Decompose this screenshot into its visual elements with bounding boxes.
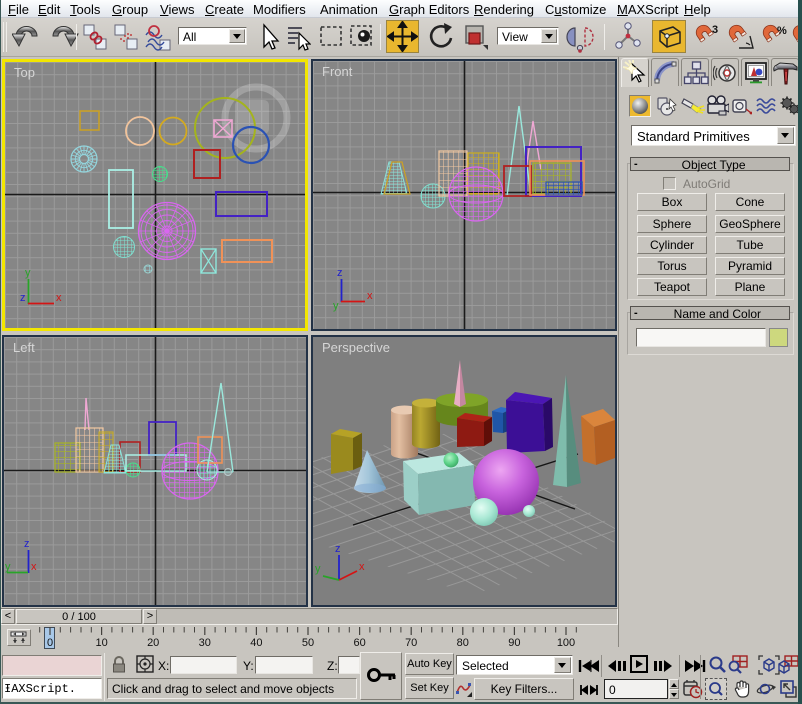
svg-text:z: z [337, 267, 343, 279]
svg-text:70: 70 [405, 637, 417, 649]
svg-text:90: 90 [508, 637, 520, 649]
svg-text:y: y [333, 300, 339, 312]
svg-text:y: y [25, 267, 31, 279]
svg-text:0: 0 [47, 637, 53, 649]
svg-text:100: 100 [557, 637, 575, 649]
svg-text:60: 60 [353, 637, 365, 649]
svg-text:z: z [20, 292, 26, 304]
svg-text:%: % [777, 25, 787, 37]
svg-text:z: z [335, 543, 341, 555]
svg-text:x: x [56, 292, 62, 304]
svg-text:x: x [367, 290, 373, 302]
svg-text:x: x [31, 561, 37, 573]
svg-text:80: 80 [457, 637, 469, 649]
svg-text:50: 50 [302, 637, 314, 649]
svg-text:y: y [5, 561, 11, 573]
svg-text:z: z [24, 538, 30, 550]
svg-text:3: 3 [712, 24, 718, 36]
svg-text:30: 30 [199, 637, 211, 649]
svg-text:y: y [315, 563, 321, 575]
svg-text:40: 40 [250, 637, 262, 649]
svg-text:10: 10 [95, 637, 107, 649]
svg-text:20: 20 [147, 637, 159, 649]
svg-text:x: x [359, 561, 365, 573]
